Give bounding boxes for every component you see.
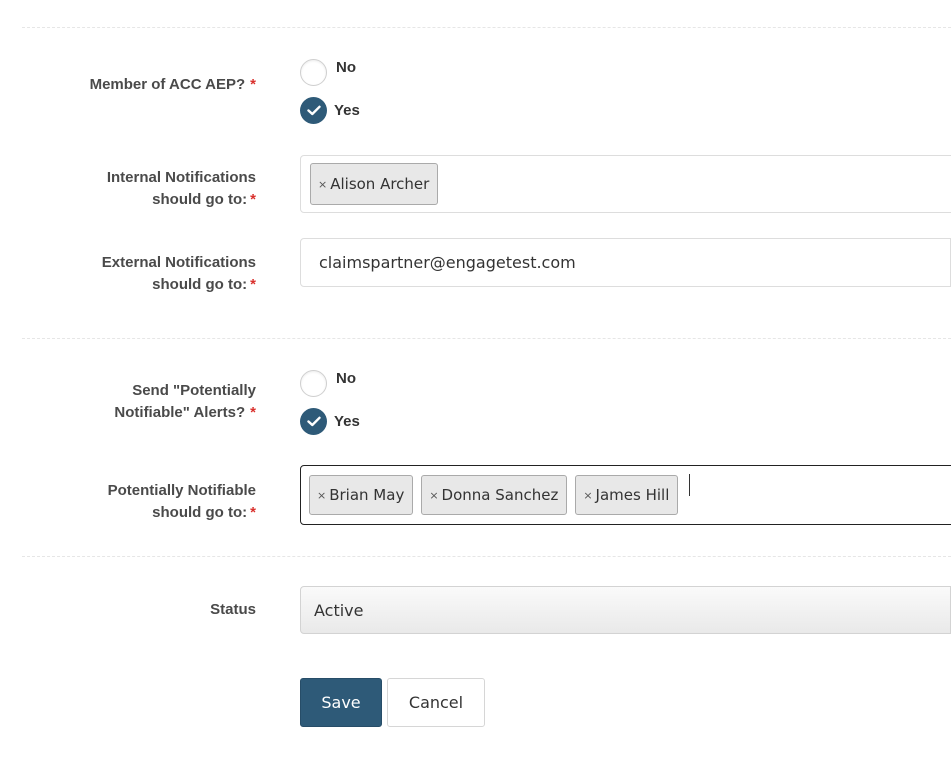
radio-label: Yes: [334, 101, 360, 119]
recipient-tag: × James Hill: [575, 475, 679, 515]
required-marker: *: [250, 76, 256, 93]
remove-tag-icon[interactable]: ×: [429, 489, 438, 502]
status-select[interactable]: Active: [300, 586, 951, 634]
member-acc-aep-radio-yes[interactable]: Yes: [300, 96, 360, 124]
section-divider: [22, 338, 951, 339]
radio-checked-icon[interactable]: [300, 96, 327, 124]
external-notifications-label-line2-wrap: should go to: *: [0, 274, 256, 296]
member-acc-aep-label: Member of ACC AEP? *: [0, 74, 256, 96]
status-label: Status: [0, 599, 256, 621]
required-marker: *: [250, 191, 256, 208]
tag-label: Brian May: [329, 486, 405, 504]
member-acc-aep-label-text: Member of ACC AEP?: [89, 76, 246, 93]
potentially-notifiable-recipients-tag-input[interactable]: × Brian May × Donna Sanchez × James Hill: [300, 465, 951, 525]
cancel-button[interactable]: Cancel: [387, 678, 485, 727]
member-acc-aep-radio-no[interactable]: No: [300, 58, 356, 86]
save-button[interactable]: Save: [300, 678, 382, 727]
tag-label: James Hill: [595, 486, 670, 504]
internal-notifications-label-line1: Internal Notifications: [106, 169, 256, 186]
potentially-notifiable-alerts-label-line2-wrap: Notifiable" Alerts? *: [0, 402, 256, 424]
radio-checked-icon[interactable]: [300, 407, 327, 435]
potentially-notifiable-recipients-label-line1: Potentially Notifiable: [107, 482, 256, 499]
potentially-notifiable-alerts-label-line2: Notifiable" Alerts?: [114, 404, 246, 421]
potentially-notifiable-alerts-label-line1: Send "Potentially: [132, 382, 256, 399]
required-marker: *: [250, 404, 256, 421]
potentially-notifiable-recipients-label-line2: should go to:: [152, 504, 248, 521]
internal-notifications-tag-input[interactable]: × Alison Archer: [300, 155, 951, 213]
radio-label: No: [336, 59, 356, 76]
radio-unchecked-icon[interactable]: [300, 58, 327, 86]
potentially-notifiable-alerts-radio-yes[interactable]: Yes: [300, 407, 360, 435]
section-divider: [22, 556, 951, 557]
internal-notifications-label-line2-wrap: should go to: *: [0, 189, 256, 211]
potentially-notifiable-recipients-label: Potentially Notifiable should go to: *: [0, 480, 256, 524]
potentially-notifiable-alerts-label: Send "Potentially Notifiable" Alerts? *: [0, 380, 256, 424]
status-label-text: Status: [210, 601, 256, 618]
checkmark-icon: [306, 416, 321, 426]
radio-unchecked-icon[interactable]: [300, 369, 327, 397]
recipient-tag: × Alison Archer: [310, 163, 439, 205]
remove-tag-icon[interactable]: ×: [317, 489, 326, 502]
checkmark-icon: [306, 105, 321, 115]
potentially-notifiable-recipients-label-line2-wrap: should go to: *: [0, 502, 256, 524]
tag-label: Donna Sanchez: [441, 486, 559, 504]
recipient-tag: × Donna Sanchez: [421, 475, 568, 515]
text-cursor: [689, 474, 691, 496]
remove-tag-icon[interactable]: ×: [318, 178, 327, 191]
remove-tag-icon[interactable]: ×: [583, 489, 592, 502]
tag-label: Alison Archer: [330, 175, 430, 193]
radio-label: Yes: [334, 412, 360, 430]
potentially-notifiable-alerts-radio-no[interactable]: No: [300, 369, 356, 397]
external-notifications-value: claimspartner@engagetest.com: [319, 253, 576, 272]
external-notifications-label-line1: External Notifications: [101, 254, 256, 271]
required-marker: *: [250, 276, 256, 293]
external-notifications-input[interactable]: claimspartner@engagetest.com: [300, 238, 951, 287]
external-notifications-label: External Notifications should go to: *: [0, 252, 256, 296]
internal-notifications-label: Internal Notifications should go to: *: [0, 167, 256, 211]
radio-label: No: [336, 370, 356, 387]
internal-notifications-label-line2: should go to:: [152, 191, 248, 208]
recipient-tag: × Brian May: [309, 475, 414, 515]
section-divider: [22, 27, 951, 28]
external-notifications-label-line2: should go to:: [152, 276, 248, 293]
required-marker: *: [250, 504, 256, 521]
status-value: Active: [314, 600, 364, 620]
